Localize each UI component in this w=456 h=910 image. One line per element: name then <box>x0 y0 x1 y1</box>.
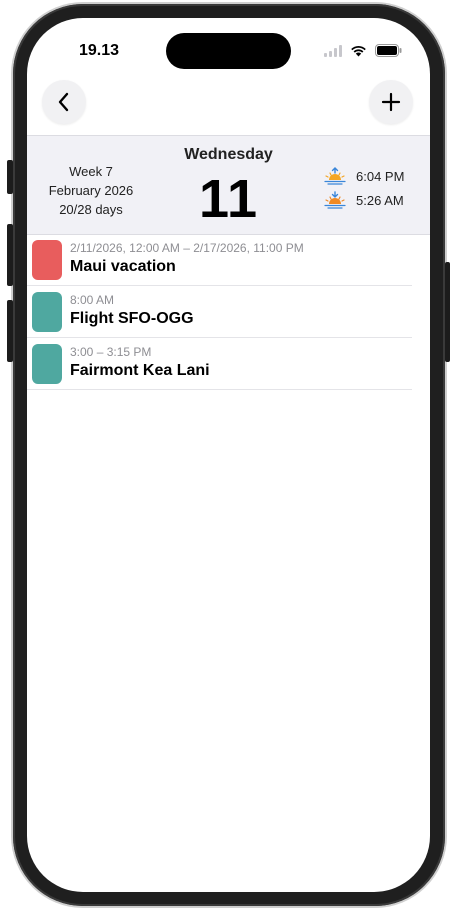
weekday-label: Wednesday <box>184 146 273 163</box>
status-icons <box>324 44 402 57</box>
plus-icon <box>381 92 401 112</box>
event-time: 3:00 – 3:15 PM <box>70 345 152 359</box>
sunrise-row: 5:26 AM <box>324 191 404 209</box>
volume-up-button <box>7 224 13 286</box>
screen: 19.13 Week 7 February 2026 20/28 days We… <box>27 18 430 892</box>
event-row-maui-vacation[interactable]: 2/11/2026, 12:00 AM – 2/17/2026, 11:00 P… <box>27 234 412 286</box>
sunset-row: 6:04 PM <box>324 167 404 185</box>
event-title: Fairmont Kea Lani <box>70 362 210 379</box>
event-title: Flight SFO-OGG <box>70 310 194 327</box>
action-button <box>7 160 13 194</box>
event-color-swatch <box>32 292 62 332</box>
volume-down-button <box>7 300 13 362</box>
event-color-swatch <box>32 240 62 280</box>
sunset-icon <box>324 167 346 185</box>
event-time: 8:00 AM <box>70 293 115 307</box>
event-title: Maui vacation <box>70 258 176 275</box>
add-event-button[interactable] <box>369 80 413 124</box>
event-time: 2/11/2026, 12:00 AM – 2/17/2026, 11:00 P… <box>70 241 304 255</box>
status-time: 19.13 <box>79 42 120 59</box>
event-color-swatch <box>32 344 62 384</box>
battery-icon <box>375 44 402 57</box>
power-button <box>445 262 450 362</box>
back-button[interactable] <box>42 80 86 124</box>
sunrise-time: 5:26 AM <box>356 192 404 208</box>
chevron-left-icon <box>58 92 69 112</box>
event-row-fairmont[interactable]: 3:00 – 3:15 PM Fairmont Kea Lani <box>27 338 412 390</box>
event-row-flight[interactable]: 8:00 AM Flight SFO-OGG <box>27 286 412 338</box>
wifi-icon <box>351 46 366 57</box>
dynamic-island <box>166 33 291 69</box>
sunset-time: 6:04 PM <box>356 168 405 184</box>
day-header: Week 7 February 2026 20/28 days Wednesda… <box>27 135 430 235</box>
cellular-signal-icon <box>324 44 342 57</box>
event-list: 2/11/2026, 12:00 AM – 2/17/2026, 11:00 P… <box>27 234 430 390</box>
sunrise-icon <box>324 191 346 209</box>
